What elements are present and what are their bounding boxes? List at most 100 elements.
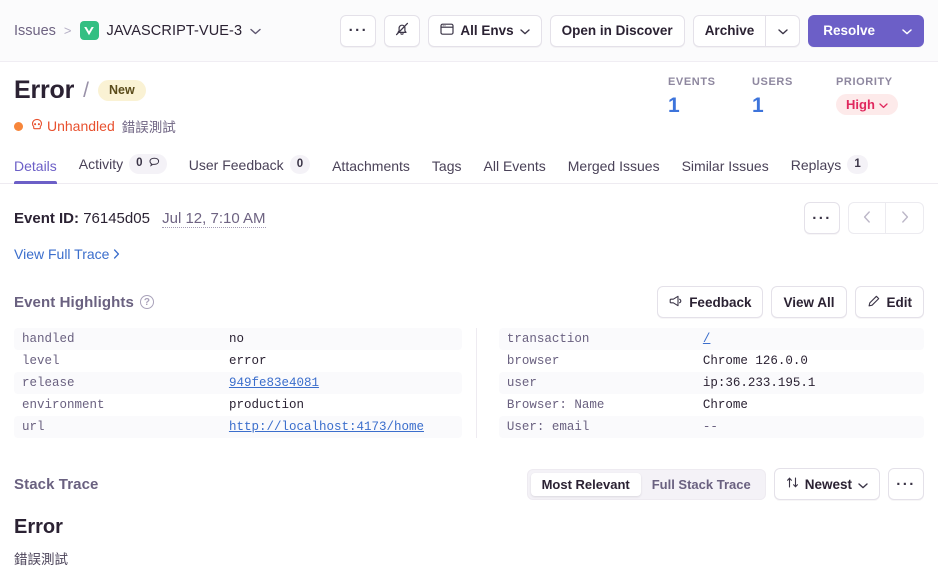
priority-chip[interactable]: High xyxy=(836,94,898,115)
breadcrumb-separator: > xyxy=(64,23,72,38)
tab-tags-label: Tags xyxy=(432,158,462,174)
unhandled-label: Unhandled xyxy=(47,118,115,134)
tab-activity-count-value: 0 xyxy=(136,157,142,169)
tab-activity[interactable]: Activity 0 xyxy=(79,154,167,183)
tab-user-feedback-label: User Feedback xyxy=(189,157,284,173)
highlight-row: User: email -- xyxy=(499,416,924,438)
highlight-value: no xyxy=(229,332,244,346)
view-all-button[interactable]: View All xyxy=(771,286,846,318)
stat-users: USERS 1 xyxy=(752,76,836,118)
breadcrumb-issues-link[interactable]: Issues xyxy=(14,23,56,39)
page-title: Error xyxy=(14,76,74,105)
breadcrumb-project-label[interactable]: JAVASCRIPT-VUE-3 xyxy=(107,23,243,39)
event-id-label: Event ID: xyxy=(14,210,79,227)
view-full-trace-link[interactable]: View Full Trace xyxy=(14,246,120,262)
segment-full-stack-trace[interactable]: Full Stack Trace xyxy=(641,473,762,496)
highlight-row: browser Chrome 126.0.0 xyxy=(499,350,924,372)
event-nav: ··· xyxy=(804,202,924,234)
stack-trace-more-menu-button[interactable]: ··· xyxy=(888,468,924,500)
title-separator: / xyxy=(83,79,89,103)
view-full-trace-label: View Full Trace xyxy=(14,246,109,262)
level-dot-icon xyxy=(14,122,23,131)
event-more-menu-button[interactable]: ··· xyxy=(804,202,840,234)
resolve-button[interactable]: Resolve xyxy=(808,15,890,47)
environment-selector-button[interactable]: All Envs xyxy=(428,15,541,47)
event-id: Event ID: 76145d05 Jul 12, 7:10 AM xyxy=(14,210,266,227)
stack-trace-header: Stack Trace Most Relevant Full Stack Tra… xyxy=(0,438,938,500)
highlight-value: Chrome 126.0.0 xyxy=(703,354,808,368)
question-circle-icon[interactable]: ? xyxy=(140,295,154,309)
tab-activity-count: 0 xyxy=(129,154,167,174)
next-event-button[interactable] xyxy=(886,202,924,234)
stack-trace-title: Stack Trace xyxy=(14,476,99,493)
chevron-down-icon xyxy=(520,23,530,38)
open-in-discover-button[interactable]: Open in Discover xyxy=(550,15,685,47)
window-icon xyxy=(440,22,454,39)
exception-type: Error xyxy=(14,516,924,539)
highlight-key: User: email xyxy=(499,420,703,434)
ellipsis-icon: ··· xyxy=(812,211,832,226)
tab-merged-issues-label: Merged Issues xyxy=(568,158,660,174)
tab-details[interactable]: Details xyxy=(14,158,57,183)
tab-attachments[interactable]: Attachments xyxy=(332,158,410,183)
stat-events-label: EVENTS xyxy=(668,76,752,88)
archive-button[interactable]: Archive xyxy=(693,15,767,47)
stack-trace-controls: Most Relevant Full Stack Trace Newest ··… xyxy=(527,468,924,500)
edit-highlights-button[interactable]: Edit xyxy=(855,286,925,318)
stat-priority: PRIORITY High xyxy=(836,76,920,115)
priority-chip-label: High xyxy=(846,97,875,112)
archive-split-button: Archive xyxy=(693,15,801,47)
sort-order-label: Newest xyxy=(805,477,852,492)
stack-trace-view-toggle: Most Relevant Full Stack Trace xyxy=(527,469,766,500)
chevron-down-icon[interactable] xyxy=(250,23,261,39)
previous-event-button[interactable] xyxy=(848,202,886,234)
chevron-down-icon xyxy=(858,477,868,492)
resolve-split-button: Resolve xyxy=(808,15,924,47)
highlight-key: level xyxy=(14,354,229,368)
tab-replays[interactable]: Replays 1 xyxy=(791,155,868,183)
archive-dropdown-button[interactable] xyxy=(766,15,800,47)
transaction-link[interactable]: / xyxy=(703,332,711,346)
tab-user-feedback[interactable]: User Feedback 0 xyxy=(189,155,310,183)
edit-highlights-label: Edit xyxy=(887,295,913,310)
release-link[interactable]: 949fe83e4081 xyxy=(229,376,319,390)
sort-order-button[interactable]: Newest xyxy=(774,468,880,500)
feedback-button[interactable]: Feedback xyxy=(657,286,763,318)
tab-merged-issues[interactable]: Merged Issues xyxy=(568,158,660,183)
tab-tags[interactable]: Tags xyxy=(432,158,462,183)
tab-all-events[interactable]: All Events xyxy=(484,158,546,183)
unhandled-indicator[interactable]: Unhandled xyxy=(30,118,115,135)
issue-title-left: Error / New Unhandled 錯誤測試 xyxy=(14,76,668,136)
issue-more-menu-button[interactable]: ··· xyxy=(340,15,376,47)
highlight-value: -- xyxy=(703,420,718,434)
stat-users-value[interactable]: 1 xyxy=(752,94,836,118)
segment-most-relevant[interactable]: Most Relevant xyxy=(531,473,641,496)
url-link[interactable]: http://localhost:4173/home xyxy=(229,420,424,434)
issue-tabs: Details Activity 0 User Feedback 0 Attac… xyxy=(0,150,938,184)
highlight-row: Browser: Name Chrome xyxy=(499,394,924,416)
event-highlights-actions: Feedback View All Edit xyxy=(657,286,924,318)
top-bar: Issues > JAVASCRIPT-VUE-3 ··· xyxy=(0,0,938,62)
tab-all-events-label: All Events xyxy=(484,158,546,174)
event-highlights-left-column: handled no level error release 949fe83e4… xyxy=(14,328,462,438)
subscribe-toggle-button[interactable] xyxy=(384,15,420,47)
issue-subtitle-row: Unhandled 錯誤測試 xyxy=(14,116,668,136)
resolve-dropdown-button[interactable] xyxy=(890,15,924,47)
highlight-row: transaction / xyxy=(499,328,924,350)
breadcrumb: Issues > JAVASCRIPT-VUE-3 xyxy=(14,21,261,40)
highlight-row: level error xyxy=(14,350,462,372)
highlight-row: environment production xyxy=(14,394,462,416)
tab-similar-issues[interactable]: Similar Issues xyxy=(682,158,769,183)
highlight-row: url http://localhost:4173/home xyxy=(14,416,462,438)
megaphone-icon xyxy=(669,294,683,311)
status-badge: New xyxy=(98,80,146,101)
highlight-row: handled no xyxy=(14,328,462,350)
highlight-key: browser xyxy=(499,354,703,368)
issue-title-block: Error / New Unhandled 錯誤測試 EVENTS 1 xyxy=(0,62,938,136)
event-timestamp[interactable]: Jul 12, 7:10 AM xyxy=(162,210,265,228)
highlight-row: user ip:36.233.195.1 xyxy=(499,372,924,394)
event-id-value: 76145d05 xyxy=(83,210,150,227)
ellipsis-icon: ··· xyxy=(349,23,369,38)
stat-events-value[interactable]: 1 xyxy=(668,94,752,118)
highlight-key: user xyxy=(499,376,703,390)
